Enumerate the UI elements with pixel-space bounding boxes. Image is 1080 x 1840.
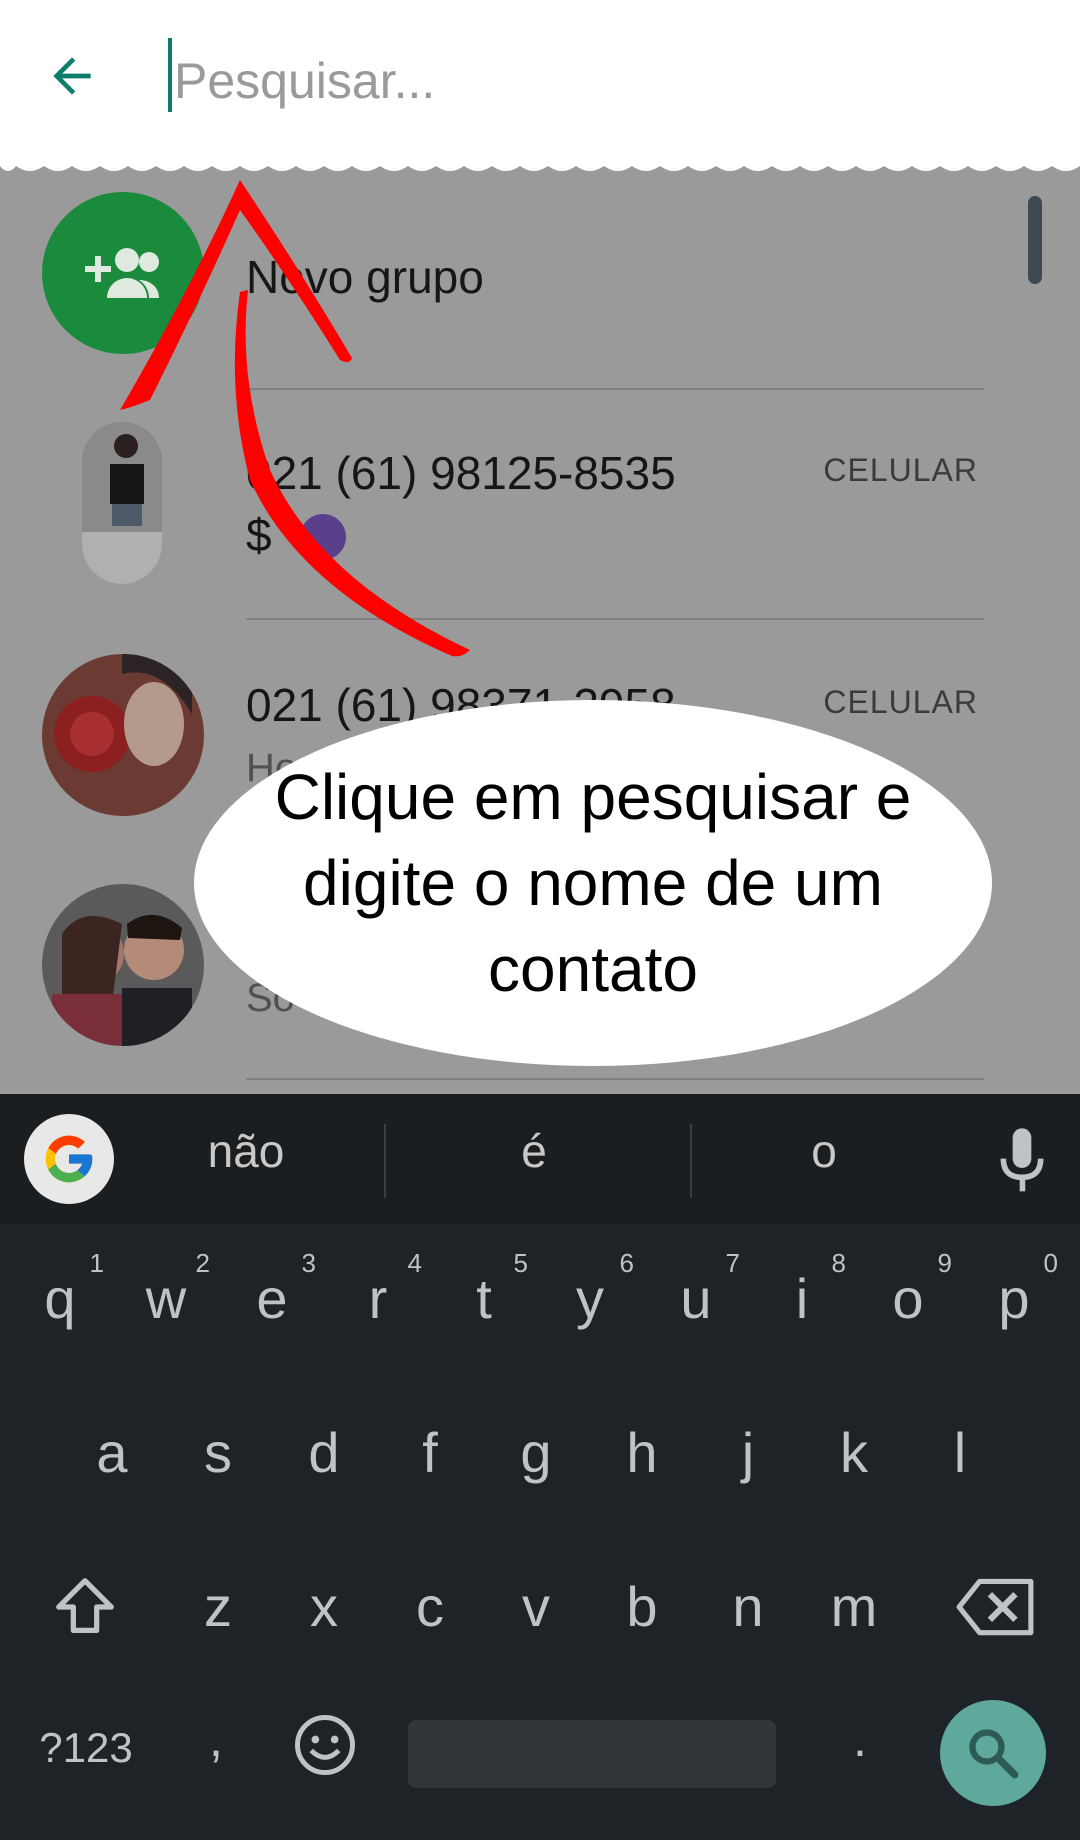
suggestion-1[interactable]: não <box>146 1124 346 1178</box>
contact-avatar <box>42 884 204 1046</box>
shift-key[interactable] <box>30 1552 140 1662</box>
emoji-key[interactable] <box>290 1712 360 1782</box>
key-v[interactable]: v <box>486 1552 586 1662</box>
keyboard: não é o q1 w2 e3 r4 t5 y6 u7 i8 o9 p0 a … <box>0 1094 1080 1840</box>
key-m[interactable]: m <box>804 1552 904 1662</box>
contact-phone-type: CELULAR <box>823 452 978 488</box>
key-r[interactable]: r4 <box>328 1244 428 1354</box>
key-l[interactable]: l <box>910 1398 1010 1508</box>
search-input[interactable] <box>168 36 1034 126</box>
google-logo-icon[interactable] <box>24 1114 114 1204</box>
space-bar[interactable] <box>408 1720 776 1788</box>
divider <box>246 1078 984 1080</box>
key-e[interactable]: e3 <box>222 1244 322 1354</box>
key-x[interactable]: x <box>274 1552 374 1662</box>
instruction-callout: Clique em pesquisar e digite o nome de u… <box>194 700 992 1066</box>
key-u[interactable]: u7 <box>646 1244 746 1354</box>
avatar-photo <box>42 884 204 1046</box>
key-w[interactable]: w2 <box>116 1244 216 1354</box>
key-p[interactable]: p0 <box>964 1244 1064 1354</box>
period-key[interactable]: . <box>840 1710 880 1768</box>
key-c[interactable]: c <box>380 1552 480 1662</box>
key-g[interactable]: g <box>486 1398 586 1508</box>
key-f[interactable]: f <box>380 1398 480 1508</box>
suggestion-bar: não é o <box>0 1094 1080 1224</box>
key-b[interactable]: b <box>592 1552 692 1662</box>
symbols-key[interactable]: ?123 <box>26 1724 146 1772</box>
search-action-key[interactable] <box>940 1700 1046 1806</box>
key-d[interactable]: d <box>274 1398 374 1508</box>
key-n[interactable]: n <box>698 1552 798 1662</box>
smiley-icon <box>295 1715 355 1775</box>
key-z[interactable]: z <box>168 1552 268 1662</box>
avatar-photo <box>42 654 204 816</box>
contact-avatar <box>42 654 204 816</box>
comma-key[interactable]: , <box>196 1710 236 1768</box>
screen: Novo grupo 021 (61) 98125-8535 $ CELULAR <box>0 0 1080 1840</box>
search-bar <box>0 0 1080 160</box>
search-icon <box>969 1729 1019 1779</box>
divider <box>690 1124 692 1198</box>
key-i[interactable]: i8 <box>752 1244 852 1354</box>
arrow-left-icon <box>53 57 91 95</box>
key-k[interactable]: k <box>804 1398 904 1508</box>
key-a[interactable]: a <box>62 1398 162 1508</box>
suggestion-2[interactable]: é <box>434 1124 634 1178</box>
key-o[interactable]: o9 <box>858 1244 958 1354</box>
instruction-text: Clique em pesquisar e digite o nome de u… <box>274 761 912 1005</box>
key-s[interactable]: s <box>168 1398 268 1508</box>
key-y[interactable]: y6 <box>540 1244 640 1354</box>
microphone-icon[interactable] <box>994 1126 1050 1196</box>
key-q[interactable]: q1 <box>10 1244 110 1354</box>
backspace-icon <box>956 1578 1034 1636</box>
suggestion-3[interactable]: o <box>724 1124 924 1178</box>
backspace-key[interactable] <box>940 1552 1050 1662</box>
shift-icon <box>56 1578 114 1633</box>
key-j[interactable]: j <box>698 1398 798 1508</box>
red-arrow-annotation <box>120 180 470 657</box>
contact-phone-type: CELULAR <box>823 684 978 720</box>
key-h[interactable]: h <box>592 1398 692 1508</box>
key-t[interactable]: t5 <box>434 1244 534 1354</box>
back-button[interactable] <box>36 36 108 116</box>
divider <box>384 1124 386 1198</box>
